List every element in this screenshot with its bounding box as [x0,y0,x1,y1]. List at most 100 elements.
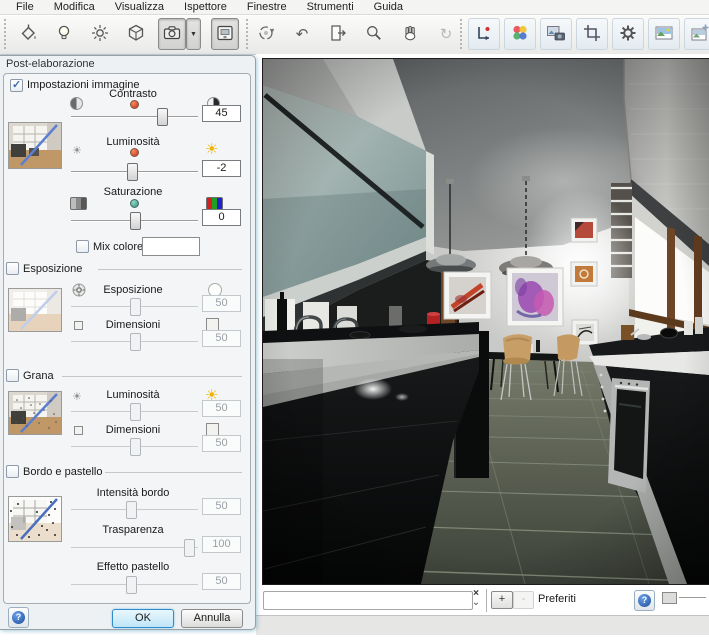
border-intensity-slider[interactable] [71,500,198,519]
transparency-value[interactable]: 100 [202,536,241,553]
grain-size-slider[interactable] [71,437,198,456]
panel-help-button[interactable]: ? [8,607,29,628]
snapshot-button[interactable] [540,18,572,50]
orbit-icon [256,23,276,46]
exposure-preview [8,288,62,332]
menu-ispettore[interactable]: Ispettore [174,0,237,14]
magnifier-icon [364,23,384,46]
zoom-slider[interactable] [679,597,706,598]
refresh-button[interactable]: ↻ [432,18,460,50]
grain-brightness-slider[interactable] [71,402,198,421]
grain-size-small-icon[interactable] [74,426,83,435]
exposure-size-slider-thumb[interactable] [130,333,141,351]
sun-button[interactable] [86,18,114,50]
mix-color-swatch[interactable] [142,237,200,256]
saturation-slider-thumb[interactable] [130,212,141,230]
contrast-slider-thumb[interactable] [157,108,168,126]
border-intensity-slider-thumb[interactable] [126,501,137,519]
menu-modifica[interactable]: Modifica [44,0,105,14]
camera-button[interactable] [158,18,186,50]
ok-button[interactable]: OK [112,609,174,628]
crop-icon [582,23,602,46]
rendered-image[interactable] [262,58,709,585]
status-strip [256,615,709,635]
pastel-effect-slider-thumb[interactable] [126,576,137,594]
pastel-effect-value[interactable]: 50 [202,573,241,590]
menu-file[interactable]: File [6,0,44,14]
camera-dropdown-button[interactable]: ▼ [186,18,201,50]
brightness-low-icon[interactable]: ☀ [72,146,82,157]
grain-brightness-slider-thumb[interactable] [130,403,141,421]
grain-size-slider-thumb[interactable] [130,438,141,456]
exposure-value[interactable]: 50 [202,295,241,312]
undo-button[interactable]: ↶ [288,18,316,50]
menu-bar: File Modifica Visualizza Ispettore Fines… [0,0,709,15]
exposure-section-label: Esposizione [23,263,82,275]
exposure-size-value[interactable]: 50 [202,330,241,347]
brightness-value[interactable]: -2 [202,160,241,177]
transparency-slider[interactable] [71,538,198,557]
toolbar: ▼ ↶ ↻ [0,16,709,55]
border-section-checkbox[interactable] [6,465,19,478]
toolbar-group-navigation: ↶ ↻ [252,18,460,50]
add-favorite-button[interactable]: + [491,591,513,609]
sun-icon [90,23,110,46]
cancel-button[interactable]: Annulla [181,609,243,628]
brightness-high-icon[interactable]: ☀ [205,142,218,157]
add-image-button[interactable] [684,18,709,50]
toolbar-separator-2 [460,19,462,49]
favorites-input[interactable] [263,591,473,610]
exit-view-button[interactable] [324,18,352,50]
grain-size-value[interactable]: 50 [202,435,241,452]
help-icon: ? [638,594,651,607]
favorites-label: Preferiti [538,593,576,605]
menu-visualizza[interactable]: Visualizza [105,0,174,14]
menu-guida[interactable]: Guida [364,0,413,14]
exposure-slider-thumb[interactable] [130,298,141,316]
fill-bucket-icon [18,23,38,46]
pastel-effect-slider[interactable] [71,575,198,594]
size-small-icon[interactable] [74,321,83,330]
collapse-chevron-icon[interactable]: ⌄ [470,598,482,607]
exposure-slider[interactable] [71,297,198,316]
settings-button[interactable] [612,18,644,50]
saturation-mono-icon[interactable] [70,197,87,210]
image-settings-checkbox[interactable] [10,79,23,92]
palette-icon [510,23,530,46]
pan-button[interactable] [396,18,424,50]
transparency-slider-thumb[interactable] [184,539,195,557]
crop-button[interactable] [576,18,608,50]
preview-display-button[interactable] [211,18,239,50]
brightness-slider-thumb[interactable] [127,163,138,181]
snapshot-icon [546,23,566,46]
exposure-size-slider[interactable] [71,332,198,351]
remove-favorite-button[interactable]: - [513,591,534,609]
menu-finestre[interactable]: Finestre [237,0,297,14]
image-button[interactable] [648,18,680,50]
brightness-slider[interactable] [71,162,198,181]
path-edit-button[interactable] [468,18,500,50]
contrast-slider[interactable] [71,107,198,126]
mix-color-checkbox[interactable] [76,240,89,253]
border-intensity-value[interactable]: 50 [202,498,241,515]
saturation-slider[interactable] [71,211,198,230]
zoom-preview-icon [662,592,677,604]
exposure-section-checkbox[interactable] [6,262,19,275]
cube-icon [126,23,146,46]
light-button[interactable] [50,18,78,50]
saturation-value[interactable]: 0 [202,209,241,226]
toolbar-group-tools: ▼ [14,18,239,50]
border-pastel-preview [8,496,62,542]
contrast-value[interactable]: 45 [202,105,241,122]
mix-color-label: Mix colore [93,241,143,253]
panel-title: Post-elaborazione [6,58,95,70]
favorites-help-button[interactable]: ? [634,590,655,611]
grain-brightness-value[interactable]: 50 [202,400,241,417]
menu-strumenti[interactable]: Strumenti [297,0,364,14]
grain-section-checkbox[interactable] [6,369,19,382]
color-palette-button[interactable] [504,18,536,50]
orbit-button[interactable] [252,18,280,50]
magnifier-button[interactable] [360,18,388,50]
fill-bucket-button[interactable] [14,18,42,50]
object-3d-button[interactable] [122,18,150,50]
